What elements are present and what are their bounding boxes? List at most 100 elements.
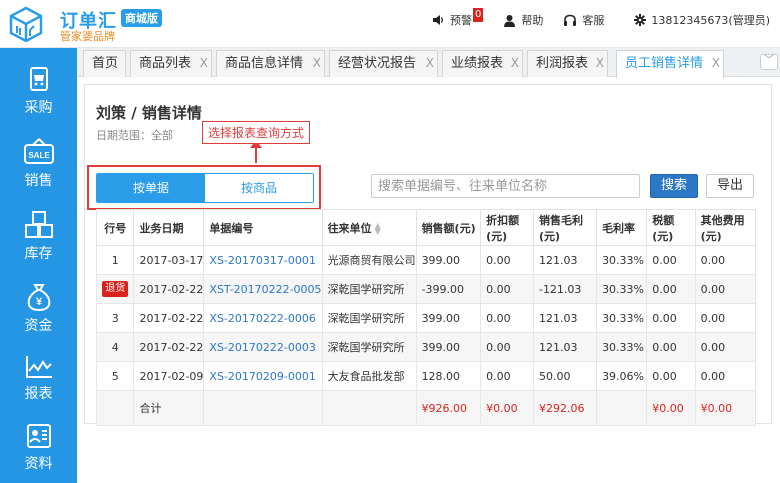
alert-button[interactable]: 预警 0 bbox=[432, 8, 484, 28]
table-total-row: 合计 ¥926.00 ¥0.00 ¥292.06 ¥0.00 ¥0.00 bbox=[95, 390, 757, 426]
service-button[interactable]: 客服 bbox=[563, 12, 604, 28]
cell-date: 2017-03-17 bbox=[133, 245, 205, 275]
tab-close-icon[interactable]: X bbox=[313, 51, 321, 76]
speaker-icon bbox=[433, 15, 443, 25]
sidebar-item-data[interactable]: 资料 bbox=[0, 422, 77, 482]
sidebar-item-inventory[interactable]: 库存 bbox=[0, 210, 77, 270]
col-header-margin[interactable]: 毛利率 bbox=[596, 209, 648, 246]
by-product-button[interactable]: 按商品 bbox=[205, 174, 313, 202]
tab-product-list[interactable]: 商品列表 X bbox=[130, 50, 212, 77]
cell-margin: 39.06% bbox=[596, 361, 648, 391]
money-bag-icon: ¥ bbox=[27, 284, 50, 312]
svg-text:¥: ¥ bbox=[35, 296, 42, 308]
table-row[interactable]: 4 2017-02-22 XS-20170222-0003 深乾国学研究所 39… bbox=[95, 332, 757, 362]
help-button[interactable]: 帮助 bbox=[503, 12, 543, 28]
cell-tax: 0.00 bbox=[646, 332, 696, 362]
tab-home[interactable]: 首页 bbox=[83, 50, 126, 77]
cell-discount: 0.00 bbox=[480, 332, 534, 362]
cell-doc-link[interactable]: XS-20170222-0006 bbox=[203, 303, 323, 333]
cell-party: 光源商贸有限公司 bbox=[321, 245, 417, 275]
cell-empty bbox=[95, 390, 135, 426]
cell-doc-link[interactable]: XS-20170317-0001 bbox=[203, 245, 323, 275]
cell-other-fees: 0.00 bbox=[694, 361, 757, 391]
tab-label: 商品列表 bbox=[139, 56, 192, 71]
cell-party: 大友食品批发部 bbox=[321, 361, 417, 391]
sidebar-item-purchase[interactable]: 采购 bbox=[0, 66, 77, 126]
search-button[interactable]: 搜索 bbox=[650, 174, 698, 198]
cell-profit: 121.03 bbox=[532, 303, 598, 333]
cell-other-fees: 0.00 bbox=[694, 332, 757, 362]
cell-tax: 0.00 bbox=[646, 303, 696, 333]
col-header-discount[interactable]: 折扣额(元) bbox=[480, 209, 534, 246]
table-row[interactable]: 3 2017-02-22 XS-20170222-0006 深乾国学研究所 39… bbox=[95, 303, 757, 333]
tab-staff-sales-detail[interactable]: 员工销售详情 X bbox=[616, 50, 724, 78]
tab-close-icon[interactable]: X bbox=[596, 51, 604, 76]
tab-label: 首页 bbox=[92, 56, 119, 71]
tab-performance-report[interactable]: 业绩报表 X bbox=[442, 50, 523, 77]
service-label: 客服 bbox=[582, 14, 605, 27]
cell-margin: 30.33% bbox=[596, 274, 648, 304]
callout-note: 选择报表查询方式 bbox=[202, 121, 311, 144]
cell-margin: 30.33% bbox=[596, 245, 648, 275]
tab-close-icon[interactable]: X bbox=[511, 51, 519, 76]
cell-other-fees: 0.00 bbox=[694, 245, 757, 275]
svg-text:SALE: SALE bbox=[28, 151, 50, 160]
cell-empty bbox=[203, 390, 323, 426]
col-header-party[interactable]: 往来单位 ▲ ▼ bbox=[321, 209, 417, 246]
cell-total-profit: ¥292.06 bbox=[532, 390, 598, 426]
col-header-row-no[interactable]: 行号 bbox=[95, 209, 135, 246]
id-card-icon bbox=[26, 424, 51, 448]
table-row[interactable]: 退货 2017-02-22 XST-20170222-0005 深乾国学研究所 … bbox=[95, 274, 757, 304]
cell-date: 2017-02-22 bbox=[133, 332, 205, 362]
col-header-date[interactable]: 业务日期 bbox=[133, 209, 205, 246]
cell-doc-link[interactable]: XST-20170222-0005 bbox=[203, 274, 323, 304]
table-row[interactable]: 5 2017-02-09 XS-20170209-0001 大友食品批发部 12… bbox=[95, 361, 757, 391]
cell-other-fees: 0.00 bbox=[694, 303, 757, 333]
cell-discount: 0.00 bbox=[480, 361, 534, 391]
boxes-icon bbox=[24, 211, 53, 238]
cell-party: 深乾国学研究所 bbox=[321, 332, 417, 362]
cell-empty bbox=[596, 390, 648, 426]
user-label: 13812345673(管理员) bbox=[651, 14, 770, 27]
cell-tax: 0.00 bbox=[646, 245, 696, 275]
sidebar-item-label: 资料 bbox=[24, 456, 53, 472]
col-header-sales[interactable]: 销售额(元) bbox=[415, 209, 482, 246]
col-header-tax[interactable]: 税额(元) bbox=[646, 209, 696, 246]
alert-count-badge: 0 bbox=[473, 8, 484, 22]
tab-overflow-chevron-icon[interactable]: ﹀ bbox=[760, 54, 778, 70]
sidebar-item-sales[interactable]: SALE 销售 bbox=[0, 137, 77, 197]
cell-party: 深乾国学研究所 bbox=[321, 303, 417, 333]
col-header-other-fees[interactable]: 其他费用(元) bbox=[694, 209, 757, 246]
sidebar-item-funds[interactable]: ¥ 资金 bbox=[0, 282, 77, 342]
col-header-doc-no[interactable]: 单据编号 bbox=[203, 209, 323, 246]
query-mode-toggle: 按单据 按商品 bbox=[96, 173, 314, 203]
col-header-profit[interactable]: 销售毛利(元) bbox=[532, 209, 598, 246]
cell-doc-link[interactable]: XS-20170222-0003 bbox=[203, 332, 323, 362]
cell-total-other-fees: ¥0.00 bbox=[694, 390, 757, 426]
sales-detail-table: 行号 业务日期 单据编号 往来单位 ▲ ▼ 销售额(元) 折扣额(元) 销售毛利(元… bbox=[95, 209, 757, 426]
tab-business-report[interactable]: 经营状况报告 X bbox=[329, 50, 438, 77]
user-icon bbox=[504, 14, 516, 27]
by-document-button[interactable]: 按单据 bbox=[97, 174, 205, 202]
tab-close-icon[interactable]: X bbox=[426, 51, 434, 76]
cell-row-no: 退货 bbox=[95, 274, 135, 304]
tab-close-icon[interactable]: X bbox=[712, 51, 720, 76]
search-input[interactable] bbox=[371, 174, 640, 198]
cell-sales: 399.00 bbox=[415, 332, 482, 362]
sort-arrows-icon[interactable]: ▲ ▼ bbox=[375, 221, 381, 235]
tab-close-icon[interactable]: X bbox=[200, 51, 208, 76]
table-row[interactable]: 1 2017-03-17 XS-20170317-0001 光源商贸有限公司 3… bbox=[95, 245, 757, 275]
user-menu[interactable]: 13812345673(管理员) bbox=[634, 12, 770, 28]
cell-doc-link[interactable]: XS-20170209-0001 bbox=[203, 361, 323, 391]
tab-product-detail[interactable]: 商品信息详情 X bbox=[216, 50, 325, 77]
sidebar-item-reports[interactable]: 报表 bbox=[0, 354, 77, 414]
top-bar: 订单汇 商城版 管家婆品牌 预警 0 帮助 客服 13812345673(管理员… bbox=[0, 0, 780, 48]
brand-badge: 商城版 bbox=[121, 9, 162, 27]
cell-tax: 0.00 bbox=[646, 361, 696, 391]
help-label: 帮助 bbox=[521, 14, 544, 27]
tab-label: 商品信息详情 bbox=[225, 56, 304, 71]
headset-icon bbox=[564, 14, 577, 26]
cell-discount: 0.00 bbox=[480, 245, 534, 275]
tab-profit-report[interactable]: 利润报表 X bbox=[527, 50, 608, 77]
export-button[interactable]: 导出 bbox=[706, 174, 754, 198]
